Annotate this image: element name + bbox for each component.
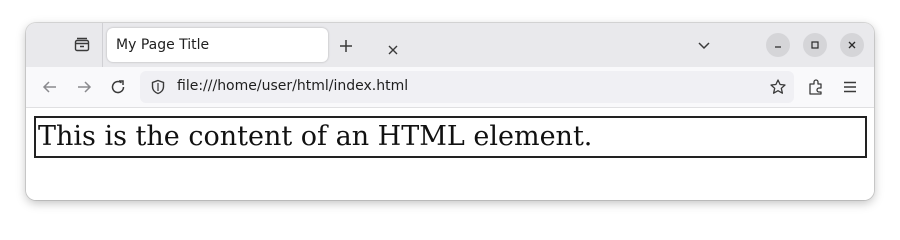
minimize-icon[interactable] (766, 33, 790, 57)
new-tab-plus-icon[interactable] (334, 34, 358, 58)
navigation-toolbar: file:///home/user/html/index.html (26, 67, 874, 108)
star-icon[interactable] (766, 75, 790, 99)
chevron-down-icon[interactable] (692, 33, 716, 57)
page-content: This is the content of an HTML element. (26, 108, 874, 200)
reload-icon[interactable] (106, 75, 130, 99)
tab-active[interactable]: My Page Title (107, 28, 398, 62)
html-element-box: This is the content of an HTML element. (34, 116, 867, 158)
tabs-overview-icon[interactable] (70, 33, 94, 57)
close-window-icon[interactable] (840, 33, 864, 57)
puzzle-icon[interactable] (804, 75, 828, 99)
tab-separator (102, 23, 103, 67)
url-text[interactable]: file:///home/user/html/index.html (177, 78, 408, 94)
close-tab-icon[interactable] (383, 40, 403, 60)
hamburger-menu-icon[interactable] (838, 75, 862, 99)
arrow-right-icon[interactable] (72, 75, 96, 99)
tab-title: My Page Title (116, 37, 210, 53)
url-bar[interactable]: file:///home/user/html/index.html (140, 71, 794, 103)
browser-window: My Page Title file:///home/user/html/ind… (26, 23, 874, 200)
tab-bar: My Page Title (26, 23, 874, 67)
arrow-left-icon[interactable] (38, 75, 62, 99)
maximize-icon[interactable] (803, 33, 827, 57)
shield-icon[interactable] (146, 75, 170, 99)
